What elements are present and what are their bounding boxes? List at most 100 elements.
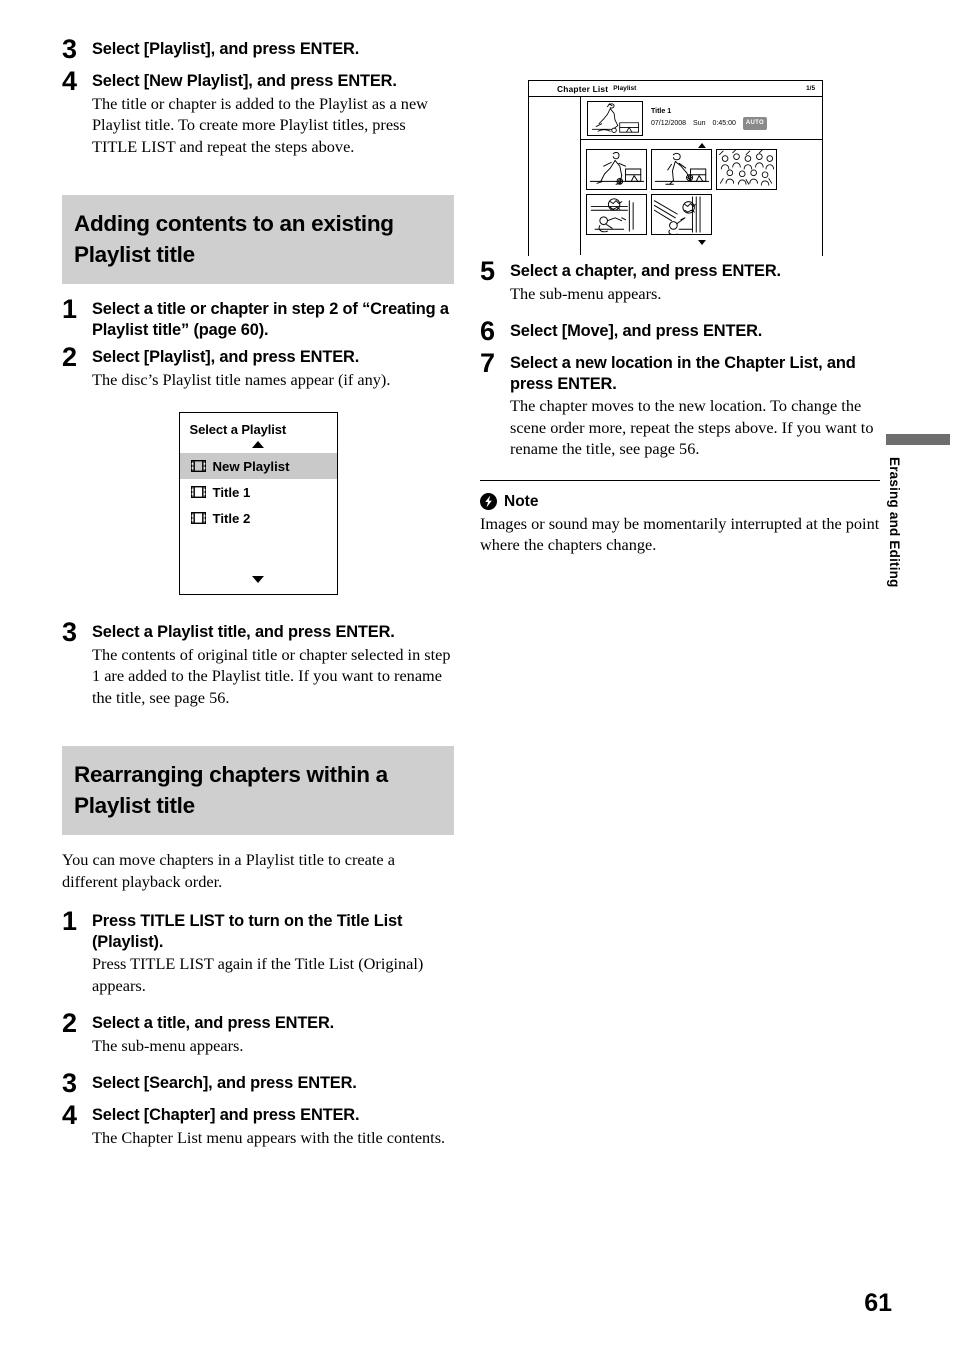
- step-number: 2: [62, 342, 77, 372]
- page-number: 61: [864, 1289, 892, 1317]
- step-number: 2: [62, 1008, 77, 1038]
- playlist-option-label: New Playlist: [212, 458, 290, 474]
- step-number: 3: [62, 34, 77, 64]
- scroll-up-area[interactable]: [180, 439, 337, 453]
- step-title: Select a new location in the Chapter Lis…: [510, 354, 856, 393]
- step-description: The sub-menu appears.: [92, 1035, 244, 1055]
- triangle-up-icon[interactable]: [252, 441, 264, 448]
- step-description: The chapter moves to the new location. T…: [510, 396, 874, 458]
- note-label: Note: [504, 492, 539, 510]
- manual-page: 3 Select [Playlist], and press ENTER. 4 …: [0, 0, 954, 1352]
- triangle-down-icon[interactable]: [697, 240, 706, 245]
- step-title: Select [Move], and press ENTER.: [510, 322, 763, 340]
- screen-main-panel: Title 1 07/12/2008 Sun 0:45:00 AUTO: [581, 97, 822, 255]
- step-description: The title or chapter is added to the Pla…: [92, 93, 428, 156]
- step-description: The contents of original title or chapte…: [92, 644, 451, 707]
- step-description: The sub-menu appears.: [510, 283, 662, 303]
- triangle-up-icon[interactable]: [697, 143, 706, 148]
- film-strip-icon: [190, 512, 206, 524]
- side-tab-bar: [886, 434, 950, 445]
- side-tab: Erasing and Editing: [886, 434, 950, 588]
- step-description: The Chapter List menu appears with the t…: [92, 1127, 446, 1147]
- step-row: 2 Select a title, and press ENTER. The s…: [62, 1008, 454, 1056]
- goalkeeper-sketch-icon: [590, 198, 634, 233]
- left-column: 3 Select [Playlist], and press ENTER. 4 …: [62, 34, 454, 1150]
- film-strip-icon: [190, 486, 206, 498]
- title-name: Title 1: [651, 107, 672, 115]
- playlist-option-title-2[interactable]: Title 2: [180, 505, 337, 531]
- chapter-thumbnail[interactable]: [586, 149, 647, 190]
- lightning-bolt-icon: [480, 493, 497, 510]
- screen-subtitle: Playlist: [613, 85, 637, 92]
- kicking-player-sketch-icon: [654, 152, 710, 185]
- step-title: Select [Search], and press ENTER.: [92, 1074, 357, 1092]
- step-row: 1 Press TITLE LIST to turn on the Title …: [62, 906, 454, 996]
- step-row: 5 Select a chapter, and press ENTER. The…: [480, 256, 880, 304]
- step-row: 6 Select [Move], and press ENTER.: [480, 316, 880, 346]
- screen-header: Chapter List Playlist 1/5: [529, 81, 822, 97]
- step-row: 4 Select [Chapter] and press ENTER. The …: [62, 1100, 454, 1148]
- screen-title-row[interactable]: Title 1 07/12/2008 Sun 0:45:00 AUTO: [581, 97, 822, 140]
- playlist-option-title-1[interactable]: Title 1: [180, 479, 337, 505]
- scroll-down-area[interactable]: [180, 574, 337, 588]
- screen-title: Chapter List: [557, 83, 609, 94]
- step-number: 1: [62, 294, 77, 324]
- screen-page-indicator: 1/5: [806, 85, 815, 92]
- playlist-option-label: Title 1: [212, 484, 251, 500]
- soccer-player-sketch-icon: [591, 102, 639, 133]
- step-row: 1 Select a title or chapter in step 2 of…: [62, 294, 454, 340]
- crowd-sketch-icon: [718, 150, 775, 186]
- title-date: 07/12/2008: [651, 119, 687, 127]
- step-row: 4 Select [New Playlist], and press ENTER…: [62, 66, 454, 157]
- step-number: 1: [62, 906, 77, 936]
- triangle-down-icon[interactable]: [252, 576, 264, 583]
- title-duration: 0:45:00: [712, 119, 736, 127]
- chapter-thumbnail[interactable]: [586, 194, 647, 235]
- side-tab-label: Erasing and Editing: [887, 457, 902, 588]
- section-intro-text: You can move chapters in a Playlist titl…: [62, 850, 395, 891]
- step-number: 3: [62, 617, 77, 647]
- note-header: Note: [480, 493, 880, 511]
- screen-left-panel: [529, 97, 581, 255]
- section-heading-adding-contents: Adding contents to an existing Playlist …: [62, 195, 454, 284]
- step-number: 6: [480, 316, 495, 346]
- note-divider: [480, 479, 880, 481]
- step-number: 5: [480, 256, 495, 286]
- playlist-option-label: Title 2: [212, 510, 251, 526]
- step-title: Select a title, and press ENTER.: [92, 1014, 335, 1032]
- auto-badge: AUTO: [742, 116, 767, 130]
- step-title: Select [New Playlist], and press ENTER.: [92, 72, 397, 90]
- step-row: 3 Select [Search], and press ENTER.: [62, 1068, 454, 1098]
- step-row: 7 Select a new location in the Chapter L…: [480, 348, 880, 460]
- chapter-thumbnail-grid: [581, 149, 822, 235]
- title-thumbnail: [587, 100, 643, 136]
- chapter-thumbnail[interactable]: [651, 149, 712, 190]
- step-title: Select [Playlist], and press ENTER.: [92, 40, 360, 58]
- right-column: Chapter List Playlist 1/5 Title 1 07/12/…: [480, 34, 880, 556]
- note-text: Images or sound may be momentarily inter…: [480, 513, 880, 555]
- select-playlist-dialog-illustration: Select a Playlist New Playlist Title 1 T…: [62, 412, 454, 595]
- chapter-thumbnail[interactable]: [651, 194, 712, 235]
- step-title: Select [Chapter] and press ENTER.: [92, 1106, 360, 1124]
- title-metadata: Title 1 07/12/2008 Sun 0:45:00 AUTO: [651, 107, 767, 130]
- step-row: 2 Select [Playlist], and press ENTER. Th…: [62, 342, 454, 390]
- title-day: Sun: [693, 119, 706, 127]
- step-description: Press TITLE LIST again if the Title List…: [92, 954, 424, 995]
- thumbs-scroll-up[interactable]: [581, 141, 822, 149]
- step-title: Press TITLE LIST to turn on the Title Li…: [92, 912, 403, 951]
- title-info-row: 07/12/2008 Sun 0:45:00 AUTO: [651, 116, 767, 130]
- film-strip-icon: [190, 460, 206, 472]
- playlist-option-new-playlist[interactable]: New Playlist: [179, 453, 337, 479]
- step-number: 7: [480, 348, 495, 378]
- step-title: Select a title or chapter in step 2 of “…: [92, 300, 449, 339]
- chapter-thumbnails-area: [581, 140, 822, 246]
- chapter-list-screen-illustration: Chapter List Playlist 1/5 Title 1 07/12/…: [528, 80, 823, 256]
- thumbs-scroll-down[interactable]: [581, 238, 822, 246]
- step-title: Select [Playlist], and press ENTER.: [92, 348, 360, 366]
- diving-save-sketch-icon: [653, 196, 701, 234]
- chapter-thumbnail[interactable]: [716, 149, 777, 190]
- step-row: 3 Select [Playlist], and press ENTER.: [62, 34, 454, 64]
- select-playlist-dialog: Select a Playlist New Playlist Title 1 T…: [178, 412, 338, 595]
- running-player-sketch-icon: [589, 151, 645, 185]
- step-row: 3 Select a Playlist title, and press ENT…: [62, 617, 454, 708]
